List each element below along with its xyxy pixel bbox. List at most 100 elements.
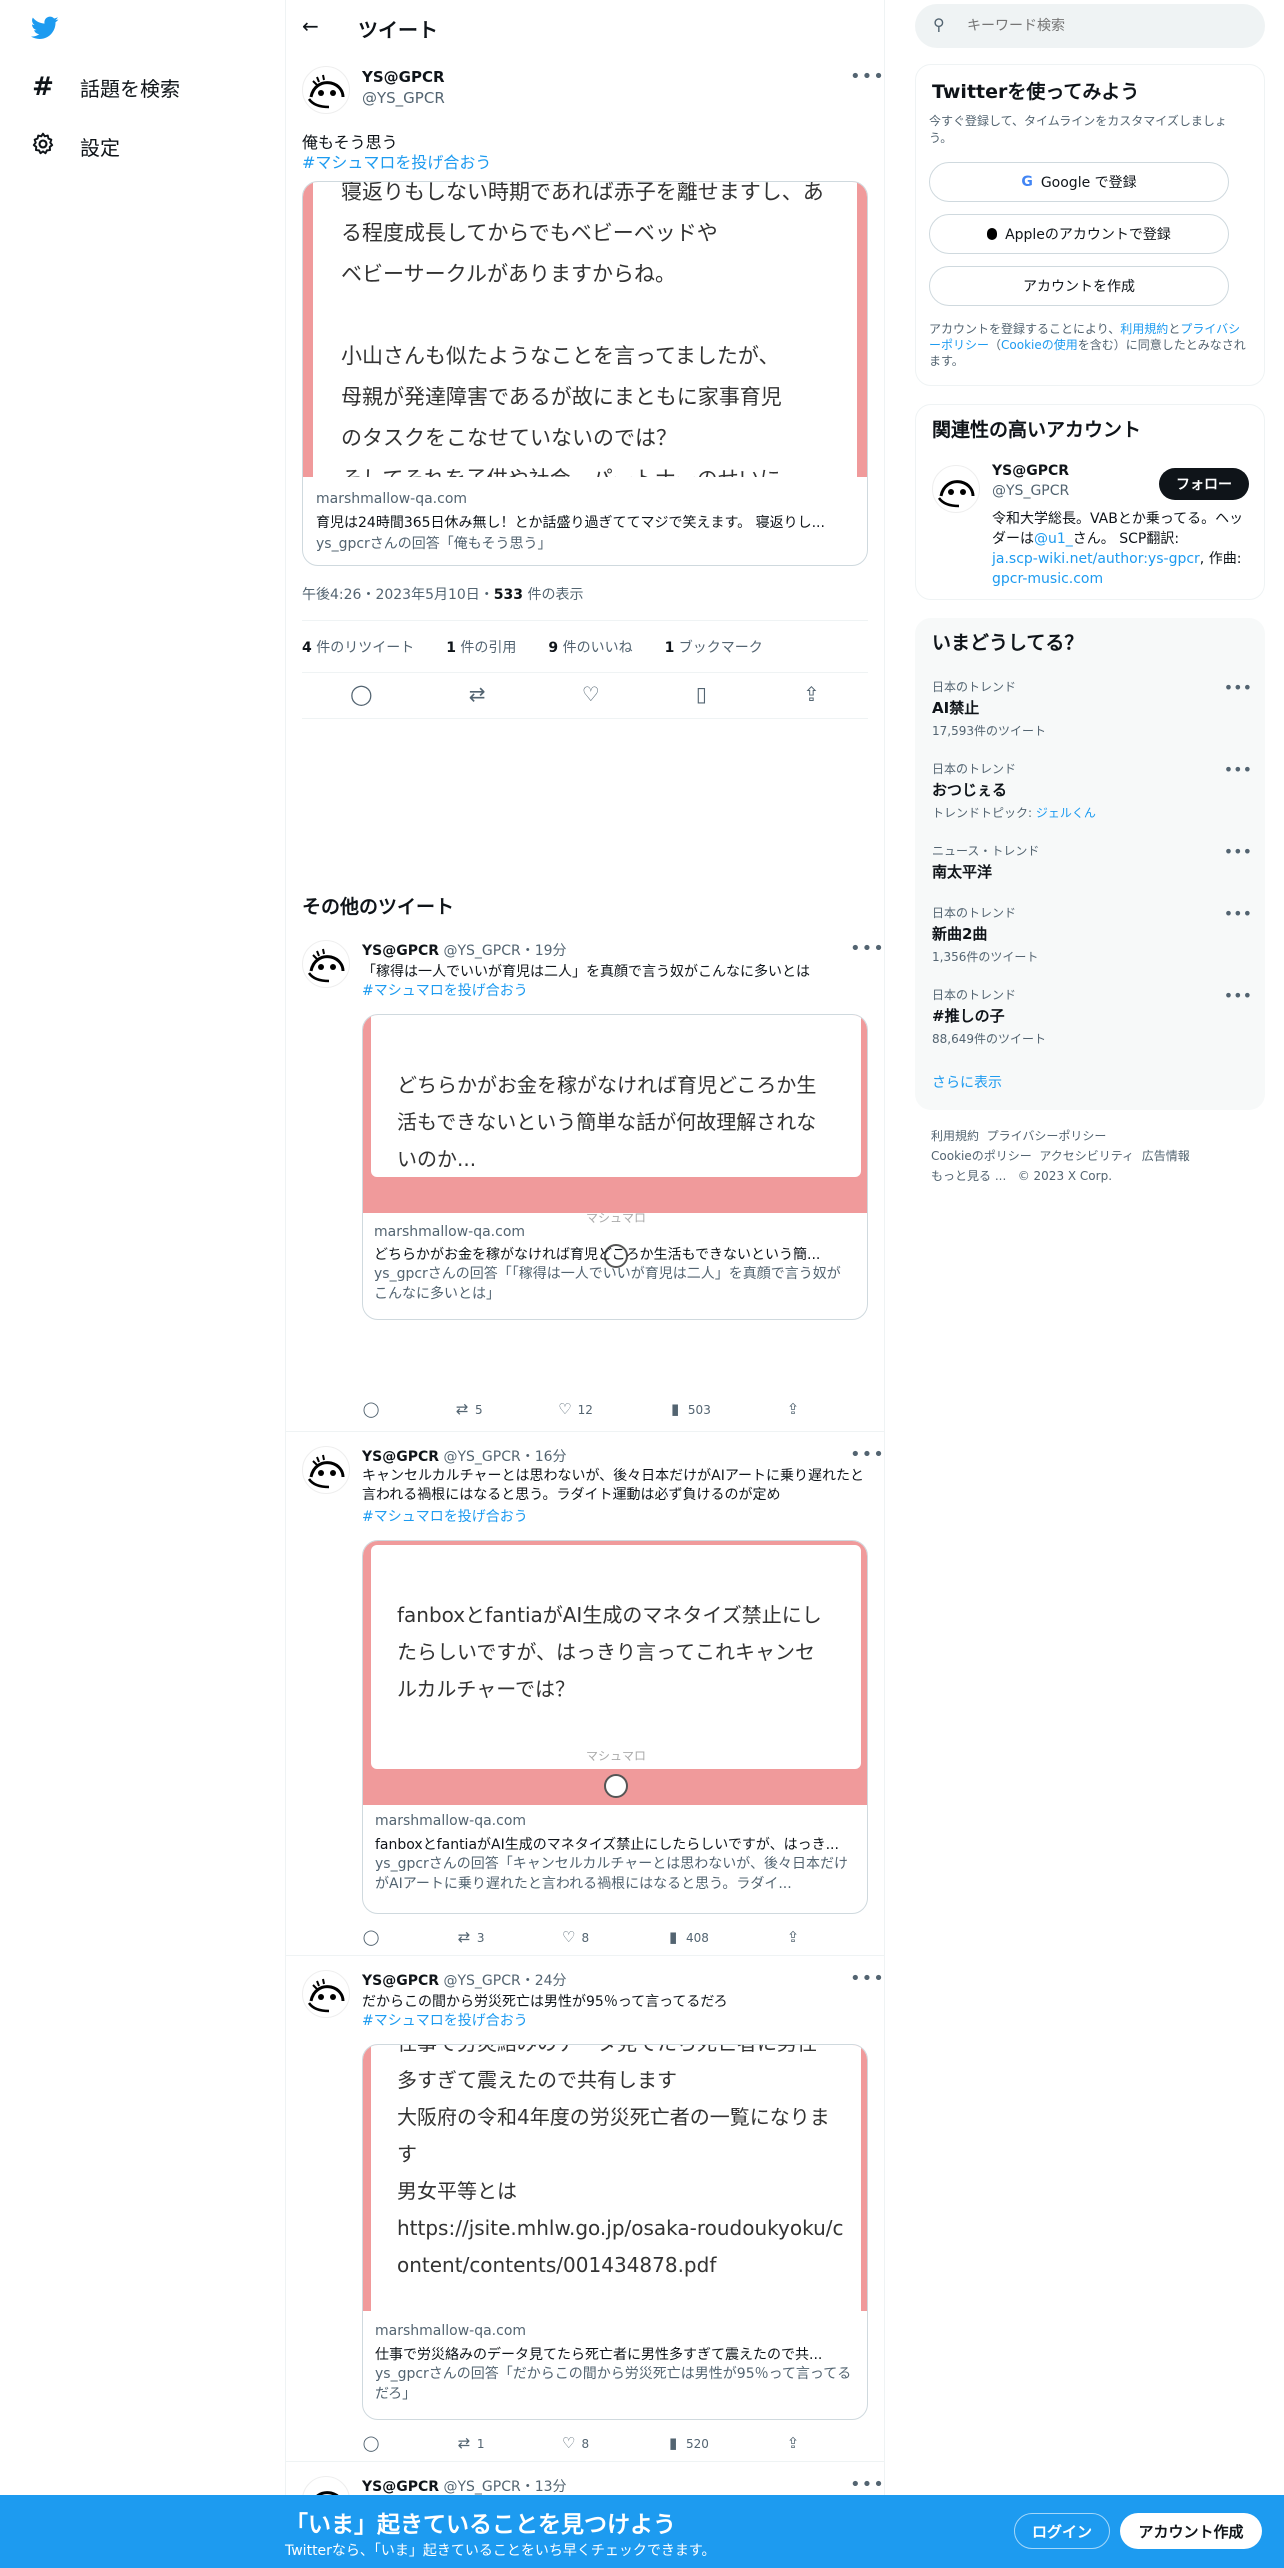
tweet-item[interactable]: YS@GPCR @YS_GPCR・16分 ••• キャンセルカルチャーとは思わな… [286,1438,884,1956]
card-line: 多すぎて震えたので共有します [397,2068,677,2092]
more-icon[interactable]: ••• [1224,904,1252,923]
more-tweets-heading: その他のツイート [302,896,455,918]
views-button[interactable]: ▮ 520 [664,2434,709,2452]
back-arrow-icon[interactable]: ← [302,14,319,38]
hashtag-link[interactable]: #マシュマロを投げ合おう [362,2010,528,2030]
trend-item[interactable]: 日本のトレンド AI禁止 17,593件のツイート ••• [932,678,1252,739]
bio-link[interactable]: gpcr-music.com [992,571,1103,587]
twitter-logo-icon[interactable] [29,14,61,46]
retweet-button[interactable]: ⇄ 3 [455,1928,485,1946]
bookmarks-stat[interactable]: 1 ブックマーク [665,637,779,657]
footer-more-link[interactable]: もっと見る ... [931,1169,1006,1183]
link-card[interactable]: どちらかがお金を稼がなければ育児どころか生 活もできないという簡単な話が何故理解… [362,1014,868,1320]
bio-mention-link[interactable]: @u1_ [1034,531,1073,547]
show-more-link[interactable]: さらに表示 [932,1072,1002,1092]
related-name[interactable]: YS@GPCR [992,463,1069,479]
tweet-stats: 4 件のリツイート 1 件の引用 9 件のいいね 1 ブックマーク [302,637,795,657]
footer-link[interactable]: プライバシーポリシー [987,1129,1107,1143]
share-icon[interactable]: ⇪ [803,682,820,706]
avatar[interactable] [302,940,350,988]
more-icon[interactable]: ••• [1224,842,1252,861]
search-box[interactable]: ⚲ [915,4,1265,48]
reply-button[interactable]: ◯ [362,1400,380,1418]
bio-link[interactable]: ja.scp-wiki.net/author:ys-gpcr [992,551,1200,567]
reply-button[interactable]: ◯ [362,2434,380,2452]
more-icon[interactable]: ••• [850,66,885,87]
tweet-time[interactable]: 午後4:26・2023年5月10日・ [302,587,494,603]
author-handle[interactable]: @YS_GPCR [443,1449,520,1465]
follow-button[interactable]: フォロー [1159,468,1249,500]
author-handle[interactable]: @YS_GPCR [443,1973,520,1989]
retweet-button[interactable]: ⇄ 1 [455,2434,485,2452]
author-handle[interactable]: @YS_GPCR [443,2479,520,2495]
tweet-time[interactable]: ・16分 [521,1449,567,1465]
tweet-time[interactable]: ・24分 [521,1973,567,1989]
apple-signup-button[interactable]: Appleのアカウントで登録 [929,214,1229,254]
like-button[interactable]: ♡ 12 [556,1400,593,1418]
tweet-time[interactable]: ・13分 [521,2479,567,2495]
avatar[interactable] [302,66,350,114]
bookmark-icon[interactable]: ▯ [696,682,707,706]
link-card[interactable]: 寝返りもしない時期であれば赤子を離せますし、ある程度成長してからでもベビーベッド… [302,181,868,566]
tweet-item[interactable]: YS@GPCR @YS_GPCR・24分 ••• だからこの間から労災死亡は男性… [286,1962,884,2462]
like-icon[interactable]: ♡ [582,682,600,706]
trend-item[interactable]: 日本のトレンド #推しの子 88,649件のツイート ••• [932,986,1252,1047]
quotes-stat[interactable]: 1 件の引用 [446,637,532,657]
nav-settings[interactable]: 設定 [30,131,120,162]
share-button[interactable]: ⇪ [784,1400,802,1418]
nav-explore[interactable]: # 話題を検索 [30,72,180,102]
avatar[interactable] [932,465,980,513]
retweets-stat[interactable]: 4 件のリツイート [302,637,430,657]
search-input[interactable] [967,14,1247,38]
cookie-link[interactable]: Cookieの使用 [1001,338,1078,352]
author-name[interactable]: YS@GPCR [362,68,445,86]
trend-item[interactable]: 日本のトレンド おつじぇる トレンドトピック: ジェルくん ••• [932,760,1252,821]
related-handle[interactable]: @YS_GPCR [992,483,1069,499]
reply-button[interactable]: ◯ [362,1928,380,1946]
likes-stat[interactable]: 9 件のいいね [548,637,648,657]
more-icon[interactable]: ••• [1224,986,1252,1005]
footer-link[interactable]: 広告情報 [1142,1149,1190,1163]
more-icon[interactable]: ••• [1224,760,1252,779]
like-button[interactable]: ♡ 8 [560,2434,589,2452]
avatar[interactable] [302,1446,350,1494]
author-name[interactable]: YS@GPCR [362,1973,439,1989]
reply-icon[interactable]: ◯ [350,682,372,706]
footer-link[interactable]: Cookieのポリシー [931,1149,1032,1163]
more-icon[interactable]: ••• [850,938,885,959]
link-card[interactable]: fanboxとfantiaがAI生成のマネタイズ禁止にし たらしいですが、はっき… [362,1540,868,1914]
trend-item[interactable]: ニュース・トレンド 南太平洋 ••• [932,842,1252,882]
more-icon[interactable]: ••• [1224,678,1252,697]
share-button[interactable]: ⇪ [784,2434,802,2452]
views-button[interactable]: ▮ 503 [666,1400,711,1418]
create-account-button[interactable]: アカウントを作成 [929,266,1229,306]
google-signup-button[interactable]: G Google で登録 [929,162,1229,202]
more-icon[interactable]: ••• [850,1444,885,1465]
footer-link[interactable]: アクセシビリティ [1039,1149,1134,1163]
link-card[interactable]: 仕事で労災絡みのデータ見てたら死亡者に男性 多すぎて震えたので共有します 大阪府… [362,2044,868,2420]
tweet-time[interactable]: ・19分 [521,943,567,959]
retweet-icon[interactable]: ⇄ [469,682,486,706]
tweet-item[interactable]: YS@GPCR @YS_GPCR・19分 ••• 「稼得は一人でいいが育児は二人… [286,932,884,1432]
more-icon[interactable]: ••• [850,2474,885,2495]
author-handle[interactable]: @YS_GPCR [362,89,445,107]
like-button[interactable]: ♡ 8 [560,1928,589,1946]
author-name[interactable]: YS@GPCR [362,1449,439,1465]
signup-button[interactable]: アカウント作成 [1120,2513,1262,2549]
more-icon[interactable]: ••• [850,1968,885,1989]
share-button[interactable]: ⇪ [784,1928,802,1946]
terms-link[interactable]: 利用規約 [1120,322,1168,336]
hashtag-link[interactable]: #マシュマロを投げ合おう [362,980,528,1000]
author-handle[interactable]: @YS_GPCR [443,943,520,959]
trend-item[interactable]: 日本のトレンド 新曲2曲 1,356件のツイート ••• [932,904,1252,965]
hashtag-link[interactable]: #マシュマロを投げ合おう [302,149,491,173]
footer-link[interactable]: 利用規約 [931,1129,979,1143]
author-name[interactable]: YS@GPCR [362,943,439,959]
author-name[interactable]: YS@GPCR [362,2479,439,2495]
views-button[interactable]: ▮ 408 [664,1928,709,1946]
hashtag-link[interactable]: #マシュマロを投げ合おう [362,1506,528,1526]
login-button[interactable]: ログイン [1014,2513,1110,2549]
avatar[interactable] [302,1970,350,2018]
trend-topic-link[interactable]: ジェルくん [1036,806,1096,820]
retweet-button[interactable]: ⇄ 5 [453,1400,483,1418]
